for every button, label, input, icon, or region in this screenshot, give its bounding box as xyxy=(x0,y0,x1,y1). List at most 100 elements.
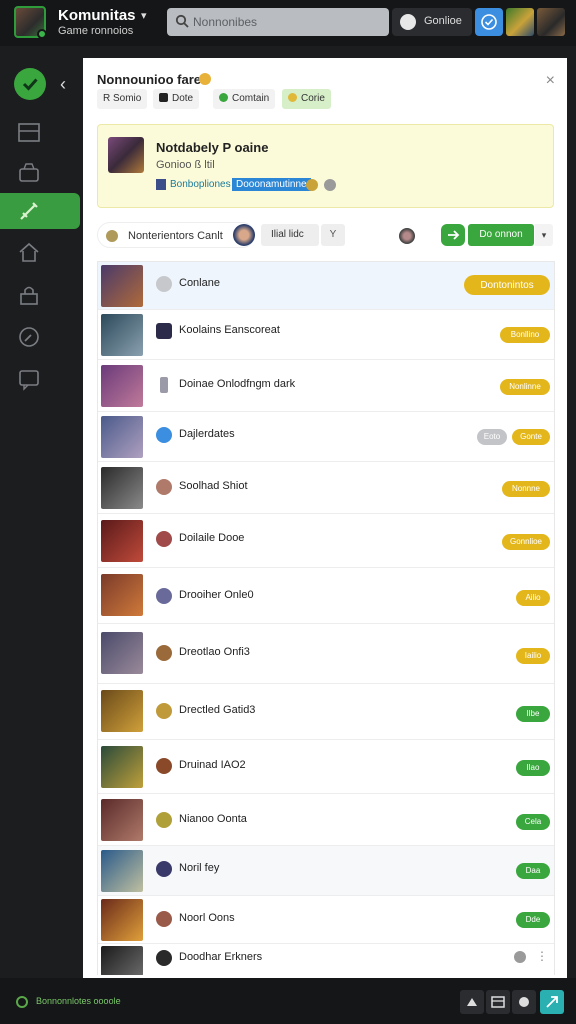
entry-icon xyxy=(156,950,172,966)
search-icon xyxy=(175,14,189,28)
status-check-button[interactable] xyxy=(475,8,503,36)
user-icon[interactable] xyxy=(399,228,415,244)
entry-icon xyxy=(156,645,172,661)
home-icon[interactable] xyxy=(16,240,42,266)
sword-icon[interactable] xyxy=(16,198,42,224)
list-item[interactable]: Nianoo Oonta Cela xyxy=(98,794,554,846)
list-item[interactable]: Koolains Eanscoreat Bonllino xyxy=(98,310,554,360)
info-icon xyxy=(324,179,336,191)
app-title: Komunitas xyxy=(58,7,136,24)
coin-icon xyxy=(199,73,211,85)
list-item[interactable]: Dreotlao Onfi3 Iailio xyxy=(98,624,554,684)
entry-thumbnail xyxy=(101,467,143,509)
avatar[interactable] xyxy=(233,224,255,246)
puzzle-icon xyxy=(467,998,477,1006)
status-badge[interactable]: Daa xyxy=(516,863,550,879)
list-item[interactable]: Drooiher Onle0 Ailio xyxy=(98,568,554,624)
sidebar: ‹ xyxy=(0,46,82,978)
featured-link[interactable]: Bonbopliones xyxy=(170,179,231,190)
table-button[interactable] xyxy=(486,990,510,1014)
sidebar-home-button[interactable] xyxy=(14,68,46,100)
chevron-down-icon[interactable]: ▾ xyxy=(535,224,553,246)
featured-subtitle: Gonioo ß ltil xyxy=(156,159,215,171)
game-thumbnail[interactable] xyxy=(506,8,534,36)
entry-icon xyxy=(156,703,172,719)
status-badge[interactable]: Nonnne xyxy=(502,481,550,497)
panel-title: Nonnounioo fare xyxy=(97,72,201,87)
entry-label: Doilaile Dooe xyxy=(179,532,245,544)
share-button[interactable] xyxy=(540,990,564,1014)
user-chip[interactable]: Gonlioe xyxy=(392,8,472,36)
entry-icon xyxy=(160,377,168,393)
lock-icon[interactable] xyxy=(16,282,42,308)
filter-button[interactable]: Ilial lidc xyxy=(261,224,319,246)
bottom-bar: Bonnonnlotes oooole xyxy=(0,978,576,1024)
status-badge[interactable]: Ilbe xyxy=(516,706,550,722)
featured-card[interactable]: Notdabely P oaine Gonioo ß ltil Bonbopli… xyxy=(97,124,554,208)
table-icon xyxy=(491,996,505,1008)
box-icon[interactable] xyxy=(16,160,42,186)
search-box[interactable] xyxy=(167,8,389,36)
list-item[interactable]: Druinad IAO2 Ilao xyxy=(98,740,554,794)
puzzle-button[interactable] xyxy=(460,990,484,1014)
controller-button[interactable] xyxy=(512,990,536,1014)
close-icon[interactable]: × xyxy=(546,72,555,90)
list-item[interactable]: Doodhar Erkners ⋮ xyxy=(98,944,554,975)
list-item[interactable]: Drectled Gatid3 Ilbe xyxy=(98,684,554,740)
entry-thumbnail xyxy=(101,746,143,788)
list-item[interactable]: Noril fey Daa xyxy=(98,846,554,896)
status-badge[interactable]: Cela xyxy=(516,814,550,830)
entry-label: Drooiher Onle0 xyxy=(179,589,254,601)
entry-thumbnail xyxy=(101,574,143,616)
app-avatar[interactable] xyxy=(14,6,47,39)
entry-label: Conlane xyxy=(179,277,220,289)
tag-filter[interactable]: R Somio xyxy=(97,89,148,109)
list-item[interactable]: Dajlerdates Eoto Gonte xyxy=(98,412,554,462)
toggle-button[interactable] xyxy=(441,224,465,246)
community-panel: Nonnounioo fare × R Somio Dote Comtain C… xyxy=(83,58,567,978)
list-item[interactable]: Doinae Onlodfngm dark Nonlinne xyxy=(98,360,554,412)
status-badge[interactable]: Gonnlioe xyxy=(502,534,550,550)
status-badge[interactable]: Dde xyxy=(516,912,550,928)
tag-label: Dote xyxy=(172,93,194,104)
info-icon[interactable] xyxy=(514,951,526,963)
chat-icon[interactable] xyxy=(16,366,42,392)
board-icon[interactable] xyxy=(16,120,42,146)
entries-list: Conlane Dontonintos Koolains Eanscoreat … xyxy=(97,261,555,975)
tag-filter[interactable]: Comtain xyxy=(213,89,276,109)
app-subtitle: Game ronnoios xyxy=(58,25,134,37)
status-badge[interactable]: Dontonintos xyxy=(464,275,550,295)
entry-thumbnail xyxy=(101,265,143,307)
status-badge[interactable]: Nonlinne xyxy=(500,379,550,395)
search-input[interactable] xyxy=(193,12,383,32)
tag-filter[interactable]: Dote xyxy=(153,89,200,109)
online-status-dot xyxy=(37,29,47,39)
list-item[interactable]: Doilaile Dooe Gonnlioe xyxy=(98,514,554,568)
app-switcher-chevron-icon[interactable]: ▾ xyxy=(141,9,147,22)
sort-icon xyxy=(106,230,118,242)
filter-mini-button[interactable]: Y xyxy=(321,224,345,246)
profile-avatar[interactable] xyxy=(537,8,565,36)
entry-icon xyxy=(156,758,172,774)
swap-icon xyxy=(448,230,460,240)
status-badge[interactable]: Ilao xyxy=(516,760,550,776)
more-options-icon[interactable]: ⋮ xyxy=(536,949,548,963)
back-chevron-icon[interactable]: ‹ xyxy=(60,74,66,95)
primary-action-button[interactable]: Do onnon xyxy=(468,224,534,246)
featured-tag[interactable]: Dooonamutinne xyxy=(232,178,311,191)
status-badge[interactable]: Bonllino xyxy=(500,327,550,343)
compass-icon[interactable] xyxy=(16,324,42,350)
status-badge[interactable]: Iailio xyxy=(516,648,550,664)
status-badge[interactable]: Gonte xyxy=(512,429,550,445)
entry-icon xyxy=(156,531,172,547)
status-badge[interactable]: Ailio xyxy=(516,590,550,606)
tag-filter[interactable]: Corie xyxy=(282,89,331,109)
list-item[interactable]: Soolhad Shiot Nonnne xyxy=(98,462,554,514)
entry-thumbnail xyxy=(101,850,143,892)
sort-dropdown[interactable]: Nonterientors Canlt xyxy=(97,222,255,248)
entry-label: Noril fey xyxy=(179,862,220,874)
entry-thumbnail xyxy=(101,946,143,975)
list-item[interactable]: Noorl Oons Dde xyxy=(98,896,554,944)
list-item[interactable]: Conlane Dontonintos xyxy=(98,262,554,310)
secondary-badge[interactable]: Eoto xyxy=(477,429,507,445)
